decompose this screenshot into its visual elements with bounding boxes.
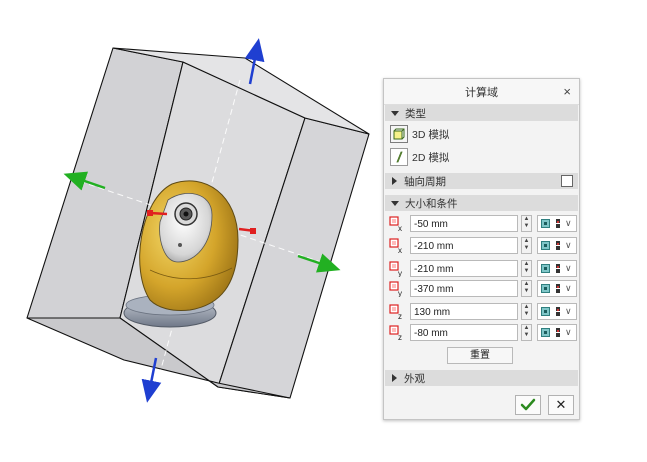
y-min-snap-button[interactable]: ∨ [537, 260, 577, 277]
chevron-down-icon: ∨ [565, 306, 572, 316]
snap-square-icon [541, 328, 550, 337]
size-row-y-min: y -210 mm ▲ ▼ ∨ [385, 259, 578, 279]
checkmark-icon [520, 398, 536, 411]
section-type-header[interactable]: 类型 [385, 105, 578, 121]
type-option-3d[interactable]: 3D 模拟 [385, 123, 578, 145]
snap-point-icon [556, 307, 560, 316]
type-option-2d-label: 2D 模拟 [412, 151, 450, 164]
type-option-3d-label: 3D 模拟 [412, 128, 450, 141]
x-min-snap-button[interactable]: ∨ [537, 215, 577, 232]
x-min-spinner[interactable]: ▲ ▼ [521, 215, 532, 232]
axis-dimension-icon: y [389, 281, 402, 297]
computational-domain-panel: 计算域 × 类型 3D 模拟 2D 模拟 轴向周期 大小和条件 x -50 mm… [383, 78, 580, 420]
snap-square-icon [541, 219, 550, 228]
z-max-spinner[interactable]: ▲ ▼ [521, 324, 532, 341]
svg-text:z: z [398, 312, 402, 320]
axis-dimension-icon: x [389, 216, 402, 232]
size-row-z-max: z -80 mm ▲ ▼ ∨ [385, 323, 578, 343]
axis-dimension-icon: z [389, 304, 402, 320]
chevron-down-icon: ∨ [565, 240, 572, 250]
snap-point-icon [556, 284, 560, 293]
size-row-x-max: x -210 mm ▲ ▼ ∨ [385, 236, 578, 256]
size-row-z-min: z 130 mm ▲ ▼ ∨ [385, 302, 578, 322]
snap-square-icon [541, 307, 550, 316]
chevron-down-icon: ∨ [565, 283, 572, 293]
svg-text:y: y [398, 289, 402, 297]
y-max-input[interactable]: -370 mm [410, 280, 518, 297]
section-appearance-label: 外观 [404, 372, 425, 385]
svg-text:z: z [398, 333, 402, 341]
collapse-triangle-icon [391, 200, 399, 206]
collapse-triangle-icon [391, 110, 399, 116]
panel-title: 计算域 [465, 86, 498, 99]
snap-point-icon [556, 328, 560, 337]
size-row-x-min: x -50 mm ▲ ▼ ∨ [385, 214, 578, 234]
axial-period-checkbox[interactable] [561, 175, 573, 187]
2d-sim-icon [390, 148, 408, 166]
z-min-snap-button[interactable]: ∨ [537, 303, 577, 320]
svg-text:x: x [398, 224, 402, 232]
reset-button[interactable]: 重置 [447, 347, 513, 364]
ok-button[interactable] [515, 395, 541, 415]
chevron-down-icon: ∨ [565, 263, 572, 273]
3d-sim-icon [390, 125, 408, 143]
expand-triangle-icon [392, 177, 397, 185]
section-axial-period-label: 轴向周期 [404, 175, 446, 188]
cancel-button[interactable]: ✕ [548, 395, 574, 415]
z-max-snap-button[interactable]: ∨ [537, 324, 577, 341]
type-option-2d[interactable]: 2D 模拟 [385, 146, 578, 168]
section-axial-period-header[interactable]: 轴向周期 [385, 173, 578, 189]
snap-point-icon [556, 264, 560, 273]
snap-square-icon [541, 284, 550, 293]
x-max-input[interactable]: -210 mm [410, 237, 518, 254]
y-min-spinner[interactable]: ▲ ▼ [521, 260, 532, 277]
snap-square-icon [541, 264, 550, 273]
x-max-snap-button[interactable]: ∨ [537, 237, 577, 254]
section-type-label: 类型 [405, 107, 426, 120]
snap-square-icon [541, 241, 550, 250]
x-min-input[interactable]: -50 mm [410, 215, 518, 232]
y-max-spinner[interactable]: ▲ ▼ [521, 280, 532, 297]
section-size-conditions-header[interactable]: 大小和条件 [385, 195, 578, 211]
close-icon[interactable]: × [563, 84, 571, 99]
axis-dimension-icon: z [389, 325, 402, 341]
y-min-input[interactable]: -210 mm [410, 260, 518, 277]
expand-triangle-icon [392, 374, 397, 382]
size-row-y-max: y -370 mm ▲ ▼ ∨ [385, 279, 578, 299]
z-max-input[interactable]: -80 mm [410, 324, 518, 341]
chevron-down-icon: ∨ [565, 327, 572, 337]
axis-dimension-icon: y [389, 261, 402, 277]
panel-titlebar: 计算域 × [384, 79, 579, 105]
y-max-snap-button[interactable]: ∨ [537, 280, 577, 297]
x-max-spinner[interactable]: ▲ ▼ [521, 237, 532, 254]
snap-point-icon [556, 241, 560, 250]
z-min-input[interactable]: 130 mm [410, 303, 518, 320]
axis-dimension-icon: x [389, 238, 402, 254]
section-size-conditions-label: 大小和条件 [405, 197, 458, 210]
chevron-down-icon: ∨ [565, 218, 572, 228]
svg-text:y: y [398, 269, 402, 277]
section-appearance-header[interactable]: 外观 [385, 370, 578, 386]
z-min-spinner[interactable]: ▲ ▼ [521, 303, 532, 320]
svg-text:x: x [398, 246, 402, 254]
snap-point-icon [556, 219, 560, 228]
